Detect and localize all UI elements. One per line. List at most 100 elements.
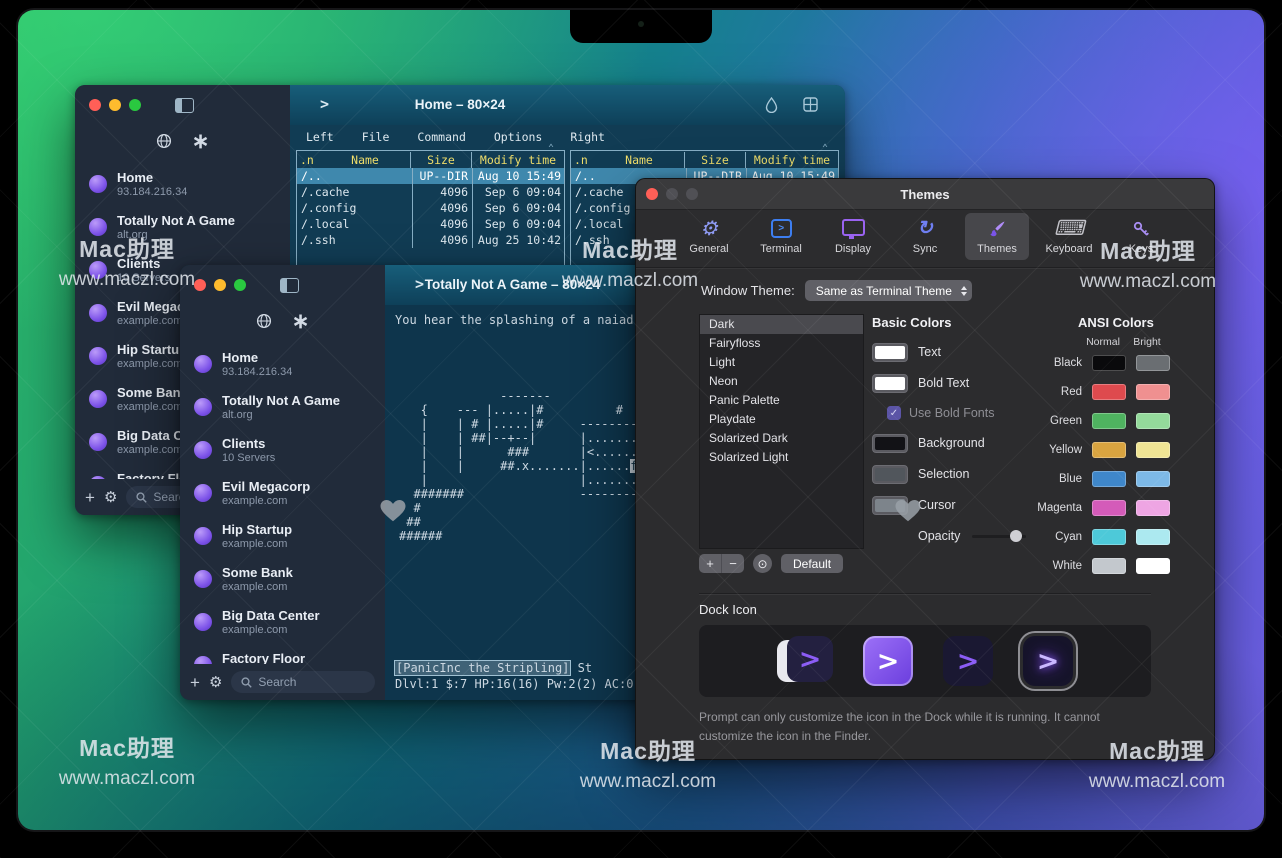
theme-list-item[interactable]: Dark — [700, 315, 863, 334]
window-themes-preferences[interactable]: Themes General Terminal Display Sync — [635, 178, 1215, 760]
server-item[interactable]: Factory Floor example.com — [180, 643, 385, 664]
ansi-normal-swatch[interactable] — [1092, 442, 1126, 458]
bold-text-color-well[interactable] — [872, 374, 908, 393]
terminal-titlebar[interactable]: > Home – 80×24 — [290, 85, 845, 125]
server-name: Totally Not A Game — [222, 393, 340, 408]
mc-file-row[interactable]: /.config 4096 Sep 6 09:04 — [297, 200, 564, 216]
zoom-button[interactable] — [129, 99, 141, 111]
layout-grid-icon[interactable] — [803, 97, 818, 117]
ansi-bright-swatch[interactable] — [1136, 355, 1170, 371]
tab-terminal[interactable]: Terminal — [749, 213, 813, 260]
chevron-updown-icon — [961, 286, 967, 296]
mc-menu-right[interactable]: Right — [570, 130, 605, 144]
background-color-well[interactable] — [872, 434, 908, 453]
sidebar-toggle-icon[interactable] — [280, 278, 299, 293]
sync-arrows-icon — [917, 217, 933, 240]
ansi-bright-swatch[interactable] — [1136, 413, 1170, 429]
asterisk-keys-icon[interactable] — [292, 314, 310, 333]
selection-color-well[interactable] — [872, 465, 908, 484]
ansi-bright-swatch[interactable] — [1136, 500, 1170, 516]
dock-icon-option-1[interactable] — [777, 636, 833, 686]
theme-list-item[interactable]: Light — [700, 353, 863, 372]
ansi-normal-swatch[interactable] — [1092, 558, 1126, 574]
server-host: 10 Servers — [117, 272, 170, 284]
theme-list-item[interactable]: Fairyfloss — [700, 334, 863, 353]
ansi-bright-swatch[interactable] — [1136, 529, 1170, 545]
server-name: Totally Not A Game — [117, 213, 235, 228]
globe-icon[interactable] — [156, 133, 172, 154]
ansi-normal-swatch[interactable] — [1092, 471, 1126, 487]
sidebar-tabs — [180, 305, 385, 338]
theme-list-item[interactable]: Solarized Light — [700, 448, 863, 467]
remove-theme-button[interactable] — [721, 554, 744, 573]
server-item[interactable]: Clients 10 Servers — [180, 428, 385, 471]
server-item[interactable]: Hip Startup example.com — [180, 514, 385, 557]
dock-icon-option-4-selected[interactable] — [1023, 636, 1073, 686]
ansi-normal-swatch[interactable] — [1092, 384, 1126, 400]
server-item[interactable]: Some Bank example.com — [180, 557, 385, 600]
server-item[interactable]: Totally Not A Game alt.org — [75, 205, 290, 248]
tab-keyboard[interactable]: Keyboard — [1037, 213, 1101, 260]
close-button[interactable] — [89, 99, 101, 111]
dock-icon-option-2[interactable] — [863, 636, 913, 686]
tab-themes[interactable]: Themes — [965, 213, 1029, 260]
minimize-button[interactable] — [214, 279, 226, 291]
ansi-normal-swatch[interactable] — [1092, 355, 1126, 371]
ansi-normal-swatch[interactable] — [1092, 529, 1126, 545]
mc-menu-command[interactable]: Command — [417, 130, 465, 144]
mc-menu-options[interactable]: Options — [494, 130, 542, 144]
tab-display[interactable]: Display — [821, 213, 885, 260]
theme-options-button[interactable] — [753, 554, 772, 573]
theme-list-item[interactable]: Panic Palette — [700, 391, 863, 410]
dock-icon-option-3[interactable] — [943, 636, 993, 686]
cursor-color-well[interactable] — [872, 496, 908, 515]
ansi-bright-swatch[interactable] — [1136, 384, 1170, 400]
use-bold-fonts-checkbox[interactable] — [887, 406, 901, 420]
tab-general[interactable]: General — [677, 213, 741, 260]
theme-list-item[interactable]: Playdate — [700, 410, 863, 429]
add-server-button[interactable] — [85, 489, 95, 506]
server-item[interactable]: Totally Not A Game alt.org — [180, 385, 385, 428]
ansi-bright-swatch[interactable] — [1136, 442, 1170, 458]
ink-droplet-icon[interactable] — [765, 97, 778, 118]
search-field[interactable]: Search — [231, 671, 375, 693]
mc-file-row[interactable]: /.cache 4096 Sep 6 09:04 — [297, 184, 564, 200]
ansi-normal-swatch[interactable] — [1092, 500, 1126, 516]
server-item[interactable]: Big Data Center example.com — [180, 600, 385, 643]
ansi-normal-swatch[interactable] — [1092, 413, 1126, 429]
settings-gear-icon[interactable] — [209, 673, 222, 691]
server-item[interactable]: Home 93.184.216.34 — [75, 162, 290, 205]
close-button[interactable] — [194, 279, 206, 291]
add-theme-button[interactable] — [699, 554, 721, 573]
mc-menu-file[interactable]: File — [362, 130, 390, 144]
ansi-bright-swatch[interactable] — [1136, 558, 1170, 574]
sidebar-toggle-icon[interactable] — [175, 98, 194, 113]
titlebar[interactable]: Themes — [636, 179, 1214, 210]
text-color-well[interactable] — [872, 343, 908, 362]
tab-sync[interactable]: Sync — [893, 213, 957, 260]
mc-menu-left[interactable]: Left — [306, 130, 334, 144]
window-theme-popup[interactable]: Same as Terminal Theme — [805, 280, 972, 301]
macbook-notch — [570, 10, 712, 43]
theme-list-item[interactable]: Neon — [700, 372, 863, 391]
settings-gear-icon[interactable] — [104, 488, 117, 506]
mc-file-row[interactable]: /.ssh 4096 Aug 25 10:42 — [297, 232, 564, 248]
add-server-button[interactable] — [190, 674, 200, 691]
tab-keys[interactable]: Keys — [1109, 213, 1173, 260]
minimize-button[interactable] — [109, 99, 121, 111]
globe-icon[interactable] — [256, 313, 272, 334]
theme-list-item[interactable]: Solarized Dark — [700, 429, 863, 448]
server-host: example.com — [222, 538, 292, 550]
ansi-bright-swatch[interactable] — [1136, 471, 1170, 487]
paintbrush-icon — [987, 217, 1007, 240]
mc-file-row[interactable]: /.local 4096 Sep 6 09:04 — [297, 216, 564, 232]
server-item[interactable]: Home 93.184.216.34 — [180, 342, 385, 385]
default-button[interactable]: Default — [781, 554, 843, 573]
asterisk-keys-icon[interactable] — [192, 134, 210, 153]
server-item[interactable]: Evil Megacorp example.com — [180, 471, 385, 514]
zoom-button[interactable] — [234, 279, 246, 291]
opacity-slider-knob[interactable] — [1010, 530, 1022, 542]
opacity-slider[interactable] — [972, 535, 1026, 538]
mc-file-row[interactable]: /.. UP--DIR Aug 10 15:49 — [297, 168, 564, 184]
display-icon — [842, 219, 865, 236]
